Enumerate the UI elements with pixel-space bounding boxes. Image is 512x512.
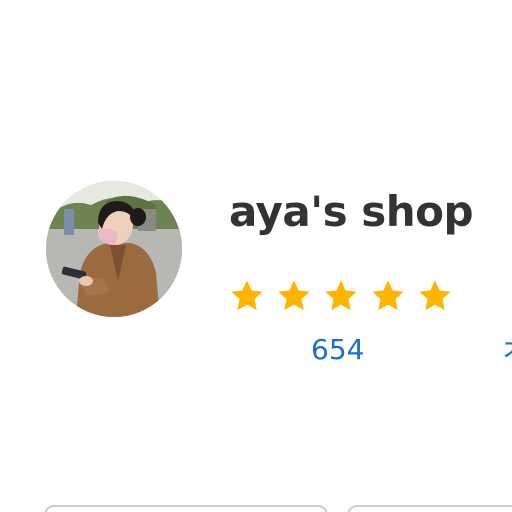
avatar-photo [46, 181, 182, 317]
shop-name: aya's shop [229, 187, 474, 236]
star-icon [325, 280, 357, 311]
shop-avatar[interactable] [46, 181, 182, 317]
star-rating[interactable] [229, 278, 453, 318]
follow-link-partial[interactable]: オ [502, 332, 512, 368]
right-action-button[interactable] [347, 505, 512, 512]
shop-profile-page: aya's shop 654 オ [0, 0, 512, 512]
star-icon [231, 280, 263, 311]
star-icon [372, 280, 404, 311]
review-count-link[interactable]: 654 [311, 332, 364, 368]
star-icon [278, 280, 310, 311]
left-action-button[interactable] [44, 505, 328, 512]
star-icon [419, 280, 451, 311]
